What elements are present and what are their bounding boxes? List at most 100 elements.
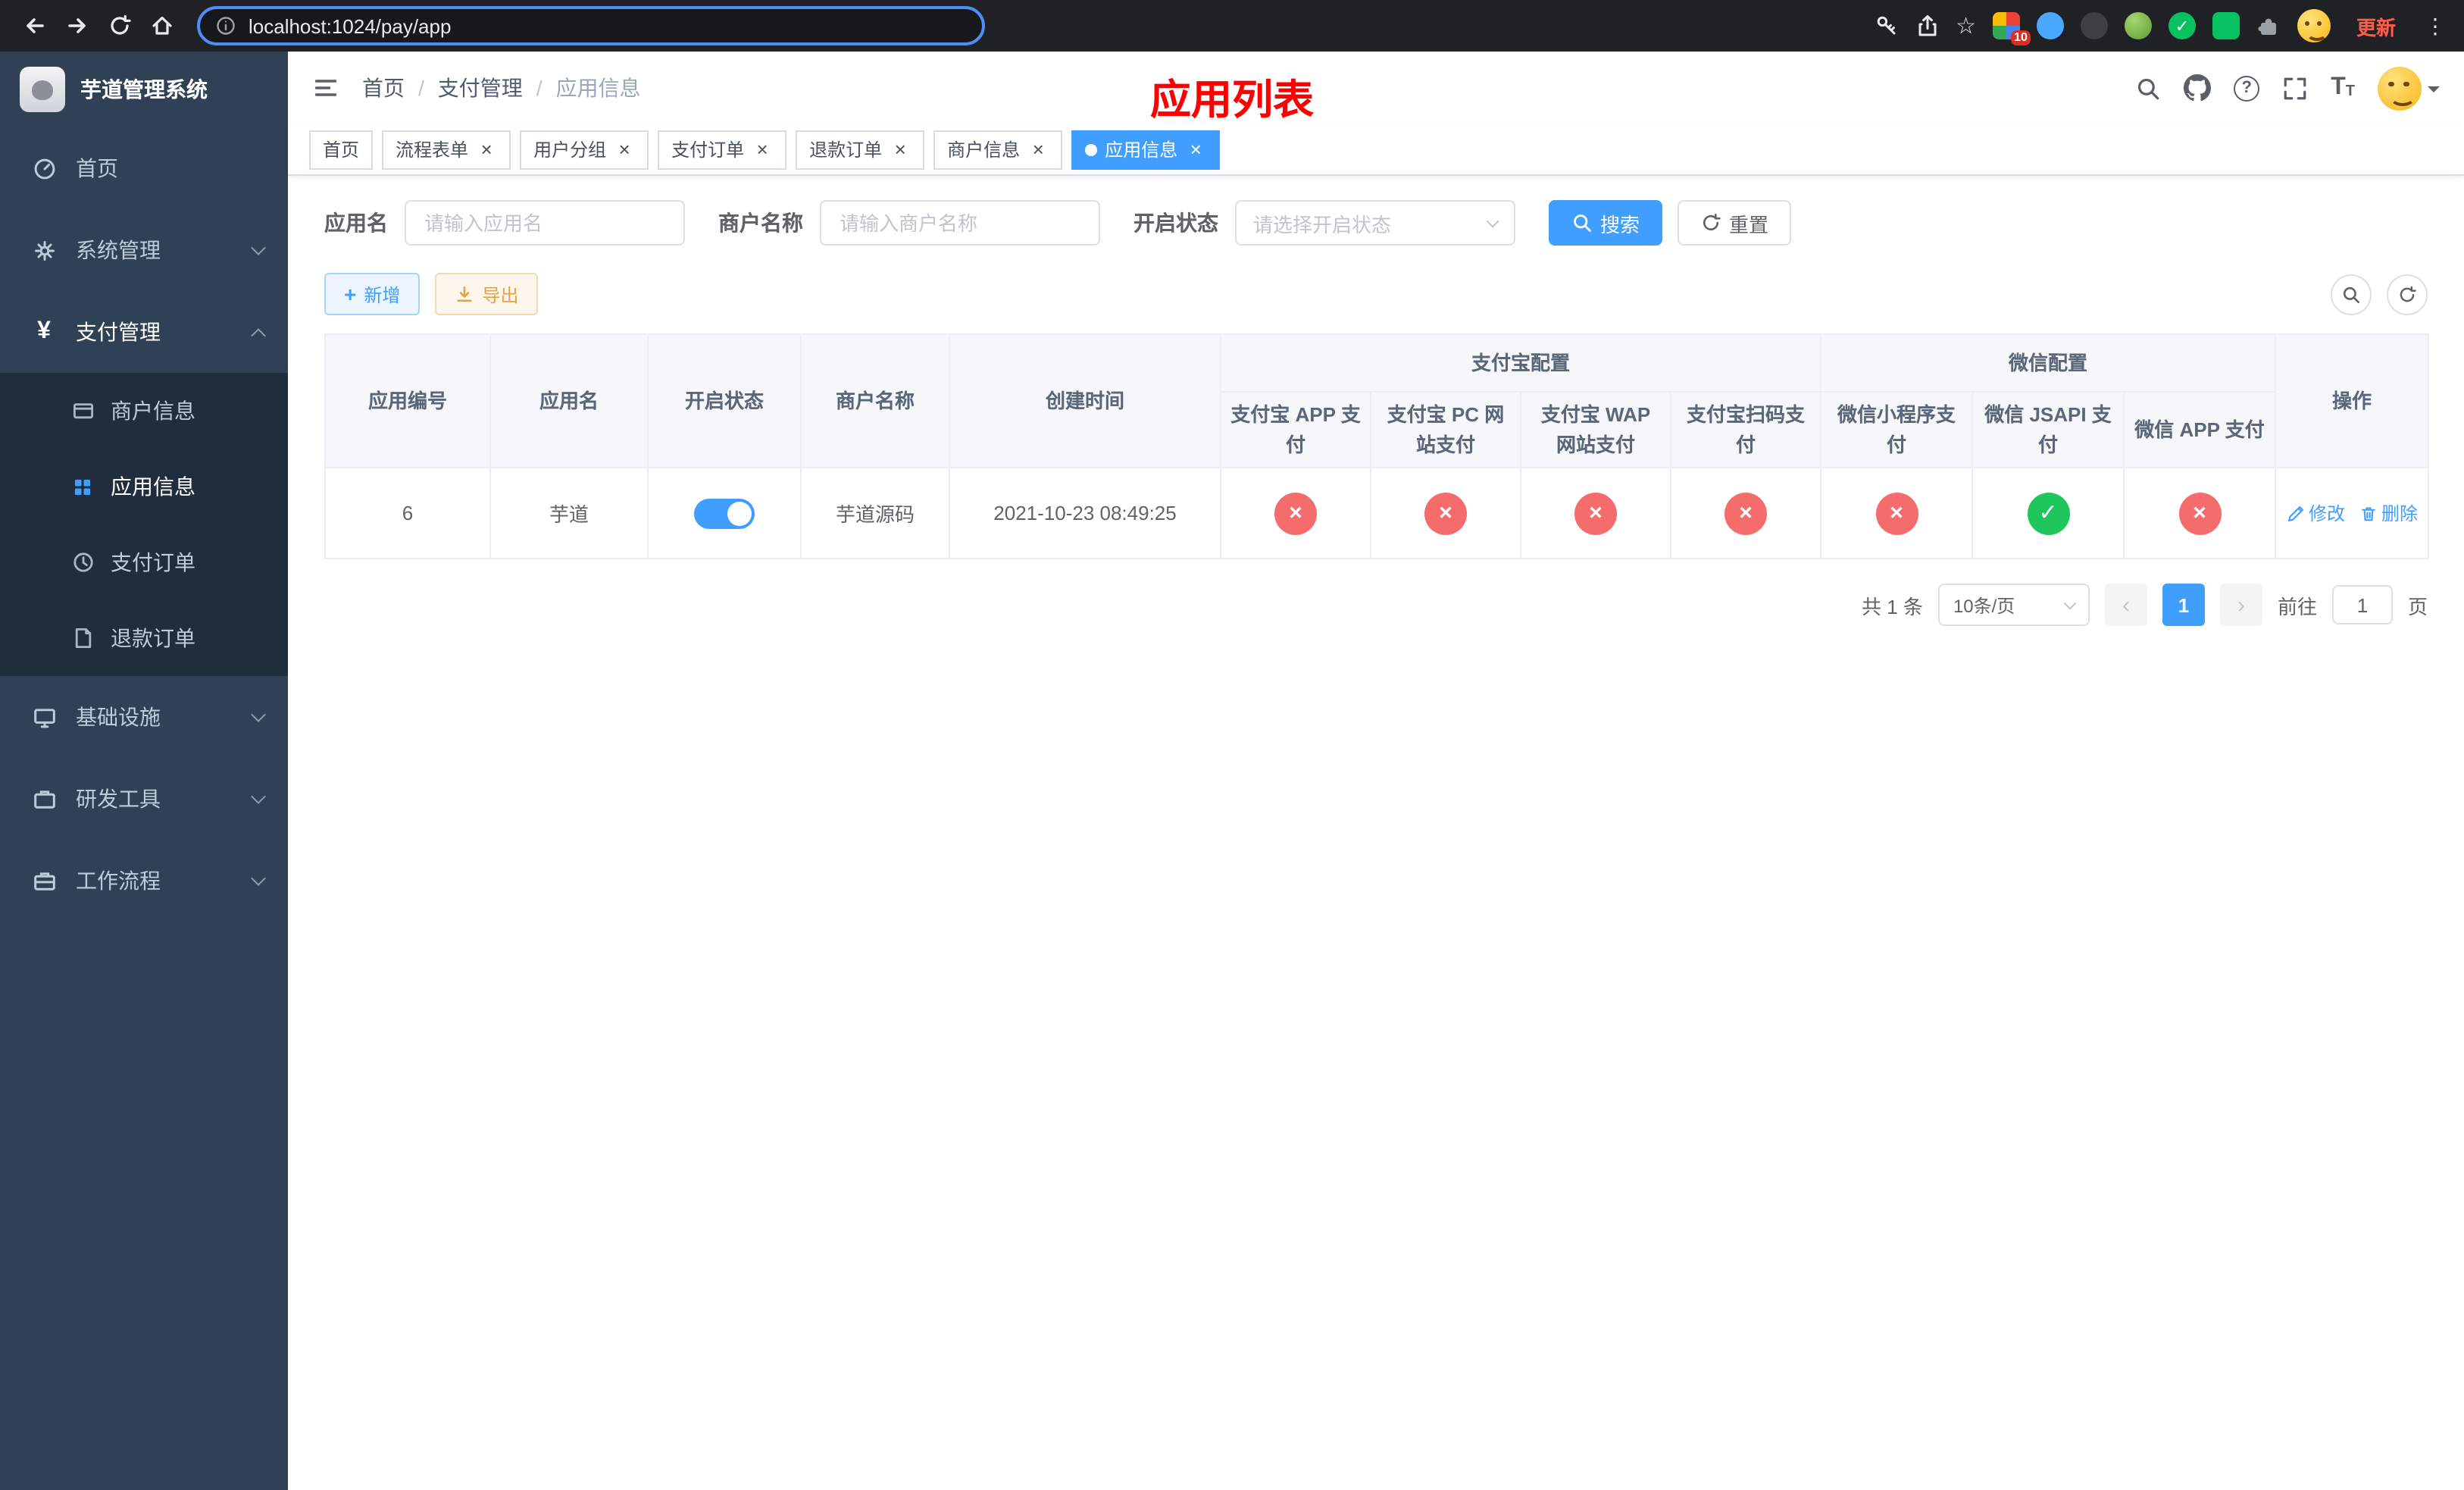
goto-label: 前往: [2277, 595, 2317, 618]
close-icon[interactable]: ×: [890, 139, 911, 160]
close-icon[interactable]: ×: [614, 139, 635, 160]
search-button[interactable]: 搜索: [1549, 200, 1663, 246]
order-clock-icon: [70, 549, 95, 575]
chevron-down-icon: [251, 707, 266, 722]
address-bar[interactable]: localhost:1024/pay/app: [197, 6, 985, 45]
status-select[interactable]: 请选择开启状态: [1235, 200, 1515, 246]
export-button[interactable]: 导出: [435, 273, 539, 315]
sidebar-item-refund-order[interactable]: 退款订单: [0, 600, 288, 676]
close-icon[interactable]: ×: [1027, 139, 1049, 160]
col-alipay-qr: 支付宝扫码支付: [1669, 391, 1822, 468]
bookmark-star-icon[interactable]: ☆: [1956, 12, 1976, 39]
app-logo[interactable]: 芋道管理系统: [0, 52, 288, 127]
extensions-puzzle-icon[interactable]: [2256, 14, 2281, 38]
share-icon[interactable]: [1915, 14, 1939, 38]
dashboard-icon: [29, 153, 59, 183]
prev-page-button[interactable]: ‹: [2104, 584, 2147, 626]
font-size-small-glyph: T: [2345, 83, 2355, 100]
sidebar-item-label: 基础设施: [76, 705, 161, 729]
breadcrumb-section[interactable]: 支付管理: [438, 73, 523, 103]
tab-home[interactable]: 首页: [309, 130, 374, 169]
reset-button[interactable]: 重置: [1678, 200, 1792, 246]
sidebar-item-system[interactable]: 系统管理: [0, 209, 288, 291]
wechat-devtools-icon[interactable]: ✓: [2168, 12, 2196, 39]
sidebar-item-infra[interactable]: 基础设施: [0, 676, 288, 758]
app-window: 芋道管理系统 首页 系统管理 ¥ 支付管理 商户信息 应用信息 支付订单 退款订…: [0, 52, 2464, 1490]
browser-update-chip[interactable]: 更新: [2347, 8, 2405, 43]
extension-dark-icon[interactable]: [2080, 12, 2108, 39]
page-size-select[interactable]: 10条/页: [1937, 584, 2090, 626]
col-wx-lite: 微信小程序支付: [1820, 391, 1974, 468]
tab-app-info[interactable]: 应用信息 ×: [1071, 130, 1221, 169]
close-icon[interactable]: ×: [752, 139, 773, 160]
sidebar-item-app-info[interactable]: 应用信息: [0, 449, 288, 524]
next-page-button[interactable]: ›: [2219, 584, 2262, 626]
merchant-name-label: 商户名称: [718, 211, 803, 235]
search-button-label: 搜索: [1600, 213, 1640, 236]
sidebar-item-label: 系统管理: [76, 238, 161, 262]
cell-merchant-name: 芋道源码: [800, 467, 950, 559]
sidebar-item-label: 首页: [76, 156, 118, 180]
browser-back-icon[interactable]: [15, 6, 55, 45]
sidebar-item-workflow[interactable]: 工作流程: [0, 840, 288, 922]
page-unit-label: 页: [2407, 595, 2428, 618]
extension-green-icon[interactable]: [2212, 12, 2240, 39]
extension-grid-icon[interactable]: 10: [1992, 12, 2031, 45]
tab-process-form[interactable]: 流程表单 ×: [382, 130, 511, 169]
page-1-button[interactable]: 1: [2162, 584, 2205, 626]
extension-blue-icon[interactable]: [2036, 12, 2064, 39]
sidebar-item-pay-order[interactable]: 支付订单: [0, 524, 288, 600]
help-icon[interactable]: ?: [2234, 75, 2260, 101]
password-key-icon[interactable]: [1874, 14, 1898, 38]
github-icon[interactable]: [2184, 74, 2212, 102]
cell-app-name: 芋道: [489, 467, 649, 559]
browser-menu-kebab-icon[interactable]: ⋮: [2422, 13, 2449, 39]
font-size-icon[interactable]: TT: [2331, 75, 2355, 100]
sidebar-item-payment[interactable]: ¥ 支付管理: [0, 291, 288, 373]
merchant-name-input[interactable]: [820, 200, 1100, 246]
col-group-wechat: 微信配置: [1820, 333, 2277, 393]
tab-label: 支付订单: [671, 139, 745, 161]
breadcrumb-home[interactable]: 首页: [362, 73, 405, 103]
browser-home-icon[interactable]: [142, 6, 182, 45]
edit-link-label: 修改: [2309, 503, 2346, 524]
caret-down-icon: [2428, 86, 2440, 99]
extension-avatar-icon[interactable]: [2124, 12, 2152, 39]
col-alipay-wap: 支付宝 WAP 网站支付: [1520, 391, 1671, 468]
browser-reload-icon[interactable]: [100, 6, 139, 45]
browser-forward-icon[interactable]: [58, 6, 97, 45]
sidebar-collapse-icon[interactable]: [312, 74, 339, 102]
browser-toolbar: localhost:1024/pay/app ☆ 10 ✓ 更新 ⋮: [0, 0, 2464, 52]
user-avatar: [2378, 66, 2422, 110]
filter-form: 应用名 商户名称 开启状态 请选择开启状态: [324, 200, 2428, 246]
pagination-total: 共 1 条: [1862, 595, 1923, 618]
sidebar-item-label: 支付管理: [76, 320, 161, 344]
profile-avatar-icon[interactable]: [2297, 9, 2331, 42]
reset-button-label: 重置: [1729, 213, 1769, 236]
edit-link[interactable]: 修改: [2286, 500, 2345, 526]
close-icon[interactable]: ×: [476, 139, 497, 160]
tab-pay-order[interactable]: 支付订单 ×: [658, 130, 787, 169]
sidebar-item-label: 工作流程: [76, 869, 161, 893]
sidebar-item-devtools[interactable]: 研发工具: [0, 758, 288, 840]
tab-merchant-info[interactable]: 商户信息 ×: [933, 130, 1063, 169]
sidebar-item-merchant-info[interactable]: 商户信息: [0, 373, 288, 449]
app-name-input[interactable]: [405, 200, 685, 246]
status-toggle[interactable]: [694, 498, 755, 528]
sidebar-item-label: 退款订单: [111, 626, 195, 650]
search-icon[interactable]: [2135, 75, 2161, 101]
delete-link[interactable]: 删除: [2359, 500, 2418, 526]
tab-user-group[interactable]: 用户分组 ×: [520, 130, 649, 169]
tab-label: 流程表单: [396, 139, 469, 161]
sidebar-item-home[interactable]: 首页: [0, 127, 288, 209]
goto-page-input[interactable]: [2331, 585, 2393, 624]
refresh-table-button[interactable]: [2387, 274, 2428, 315]
close-icon[interactable]: ×: [1185, 139, 1206, 160]
show-search-toggle-button[interactable]: [2331, 274, 2372, 315]
site-info-icon[interactable]: [215, 15, 236, 36]
tab-refund-order[interactable]: 退款订单 ×: [796, 130, 925, 169]
add-button[interactable]: + 新增: [324, 273, 421, 315]
status-select-placeholder: 请选择开启状态: [1253, 213, 1392, 236]
user-menu[interactable]: [2378, 66, 2440, 110]
fullscreen-icon[interactable]: [2282, 75, 2308, 101]
